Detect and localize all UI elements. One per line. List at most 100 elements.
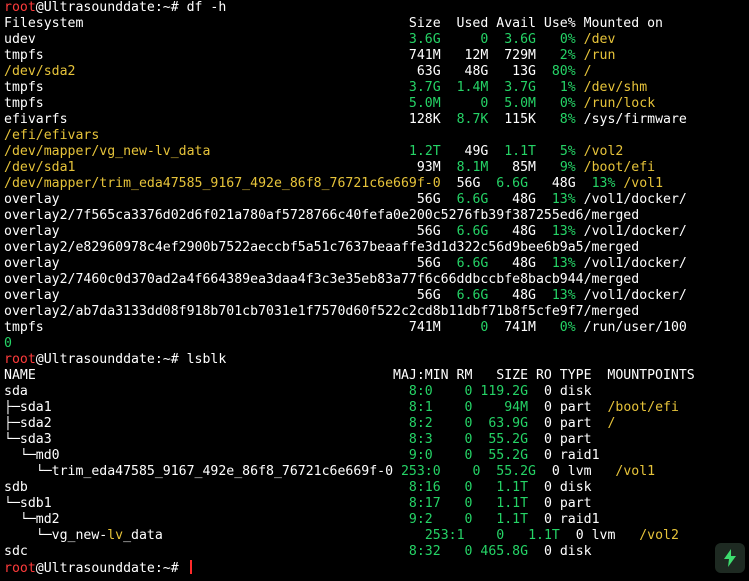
terminal-text: └─md2: [4, 512, 409, 527]
terminal-text: 85M: [488, 160, 560, 175]
terminal-text: 49G: [440, 144, 505, 159]
terminal-line: overlay 56G 6.6G 48G 13% /vol1/docker/: [4, 256, 749, 272]
terminal-text: 1.1T: [496, 512, 529, 527]
terminal-line: NAME MAJ:MIN RM SIZE RO TYPE MOUNTPOINTS: [4, 368, 749, 384]
terminal-text: efivarfs 128K: [4, 112, 457, 127]
terminal-line: ├─sda1 8:1 0 94M 0 part /boot/efi: [4, 400, 749, 416]
terminal-text: 56G: [440, 176, 497, 191]
terminal-line: └─md2 9:2 0 1.1T 0 raid1: [4, 512, 749, 528]
terminal-line: /dev/sda1 93M 8.1M 85M 9% /boot/efi: [4, 160, 749, 176]
terminal-text: 55.2G: [496, 464, 536, 479]
terminal-text: 13%: [551, 256, 576, 271]
terminal-text: _data: [123, 528, 425, 543]
terminal-text: 48G: [488, 192, 552, 207]
terminal-line: Filesystem Size Used Avail Use% Mounted …: [4, 16, 749, 32]
terminal-text: 1.4M: [456, 80, 489, 95]
terminal-text: @Ultrasounddate:~# df -h: [35, 0, 227, 15]
terminal-line: overlay2/7460c0d370ad2a4f664389ea3daa4f3…: [4, 272, 749, 288]
terminal-text: overlay2/ab7da3133dd08f918b701cb7031e1f7…: [4, 304, 640, 319]
terminal-text: 6.6G: [456, 192, 489, 207]
terminal-text: 0 part: [528, 416, 608, 431]
terminal-text: root: [4, 0, 36, 15]
terminal-text: 13%: [551, 192, 576, 207]
terminal-text: ├─sda1: [4, 400, 409, 415]
terminal-line: overlay2/7f565ca3376d02d6f021a780af57287…: [4, 208, 749, 224]
terminal-line: tmpfs 741M 12M 729M 2% /run: [4, 48, 749, 64]
terminal-text: 5.0M: [504, 96, 536, 111]
terminal-line: └─trim_eda47585_9167_492e_86f8_76721c6e6…: [4, 464, 749, 480]
terminal-text: /sys/firmware: [575, 112, 687, 127]
terminal-text: 8:17: [408, 496, 441, 511]
terminal-text: 48G: [528, 176, 592, 191]
terminal-text: 63G 48G 13G: [75, 64, 552, 79]
terminal-text: 63.9G: [488, 416, 529, 431]
terminal-text: 1%: [559, 80, 576, 95]
terminal-text: Filesystem Size Used Avail Use% Mounted …: [4, 16, 663, 31]
terminal-line: sdc 8:32 0 465.8G 0 disk: [4, 544, 749, 560]
terminal-text: 13%: [551, 288, 576, 303]
terminal-text: sdb: [4, 480, 409, 495]
terminal-text: 0 lvm: [536, 464, 616, 479]
terminal-text: 48G: [488, 256, 552, 271]
terminal-text: 2%: [559, 48, 576, 63]
terminal-text: tmpfs: [4, 96, 409, 111]
terminal-line: efivarfs 128K 8.7K 115K 8% /sys/firmware: [4, 112, 749, 128]
terminal-text: 13%: [551, 224, 576, 239]
terminal-text: 94M: [504, 400, 529, 415]
terminal-text: 3.7G: [504, 80, 536, 95]
terminal-text: NAME MAJ:MIN RM SIZE RO TYPE MOUNTPOINTS: [4, 368, 695, 383]
bolt-badge-button[interactable]: [715, 543, 745, 573]
terminal-line: ├─sda2 8:2 0 63.9G 0 part /: [4, 416, 749, 432]
terminal-line: overlay2/ab7da3133dd08f918b701cb7031e1f7…: [4, 304, 749, 320]
terminal-line: └─vg_new-lv_data 253:1 0 1.1T 0 lvm /vol…: [4, 528, 749, 544]
terminal-text: 1.2T: [408, 144, 441, 159]
terminal-text: 80%: [551, 64, 576, 79]
terminal-text: /: [607, 416, 616, 431]
terminal-text: /vol1/docker/: [575, 256, 687, 271]
terminal-text: 0 lvm: [559, 528, 640, 543]
terminal-text: 8:32: [408, 544, 441, 559]
terminal-line: 0: [4, 336, 749, 352]
terminal-text: 1.1T: [504, 144, 536, 159]
terminal-text: 3.7G: [408, 80, 441, 95]
terminal-text: 253:0: [400, 464, 441, 479]
terminal-line: udev 3.6G 0 3.6G 0% /dev: [4, 32, 749, 48]
terminal-text: 3.6G: [504, 32, 536, 47]
terminal-text: 0: [4, 336, 12, 351]
terminal-text: overlay2/7460c0d370ad2a4f664389ea3daa4f3…: [4, 272, 640, 287]
terminal-text: /vol1/docker/: [575, 224, 687, 239]
terminal-text: 48G: [488, 224, 552, 239]
terminal-line: overlay2/e82960978c4ef2900b7522aeccbf5a5…: [4, 240, 749, 256]
terminal-text: 55.2G: [488, 432, 529, 447]
terminal-line: tmpfs 741M 0 741M 0% /run/user/100: [4, 320, 749, 336]
terminal-text: └─trim_eda47585_9167_492e_86f8_76721c6e6…: [4, 464, 401, 479]
terminal-text: 13%: [591, 176, 616, 191]
terminal-text: 1.1T: [496, 496, 529, 511]
terminal-window[interactable]: root@Ultrasounddate:~# df -h Filesystem S…: [0, 0, 749, 581]
terminal-line: tmpfs 3.7G 1.4M 3.7G 1% /dev/shm: [4, 80, 749, 96]
terminal-text: /boot/efi: [607, 400, 679, 415]
terminal-text: └─sda3: [4, 432, 409, 447]
